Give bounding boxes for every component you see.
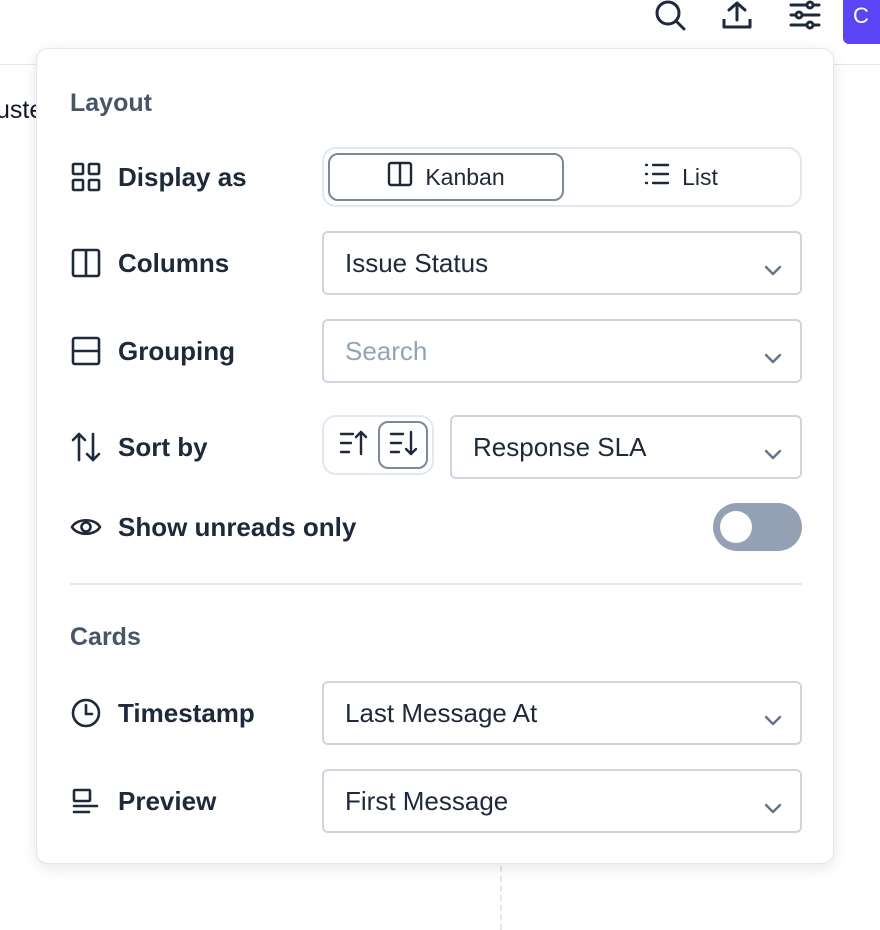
columns-value: Issue Status xyxy=(345,247,489,278)
list-icon xyxy=(644,162,670,192)
timestamp-label: Timestamp xyxy=(118,697,255,728)
kanban-option[interactable]: Kanban xyxy=(328,153,564,201)
preview-row: Preview xyxy=(70,781,216,821)
columns-select[interactable]: Issue Status xyxy=(322,231,802,295)
preview-select[interactable]: First Message xyxy=(322,769,802,833)
chevron-down-icon xyxy=(764,341,782,372)
toggle-knob xyxy=(720,511,752,543)
kanban-icon xyxy=(387,161,413,193)
kanban-option-label: Kanban xyxy=(425,163,505,190)
chevron-down-icon xyxy=(764,253,782,284)
text-preview-icon xyxy=(70,785,102,817)
display-as-label: Display as xyxy=(118,161,247,192)
columns-label: Columns xyxy=(118,247,230,278)
layout-section-title: Layout xyxy=(70,89,152,117)
sort-ascending-button[interactable] xyxy=(328,421,378,469)
chevron-down-icon xyxy=(764,791,782,822)
timestamp-select[interactable]: Last Message At xyxy=(322,681,802,745)
list-option-label: List xyxy=(682,163,718,190)
show-unreads-label: Show unreads only xyxy=(118,511,357,542)
clock-icon xyxy=(70,697,102,729)
section-divider xyxy=(70,583,802,585)
eye-icon xyxy=(70,511,102,543)
grouping-select[interactable]: Search xyxy=(322,319,802,383)
grouping-label: Grouping xyxy=(118,335,235,366)
show-unreads-toggle[interactable] xyxy=(713,503,802,551)
sort-by-value: Response SLA xyxy=(473,431,647,462)
display-as-row: Display as xyxy=(70,157,247,197)
column-divider xyxy=(500,866,502,930)
sort-arrows-icon xyxy=(70,431,102,463)
display-as-toggle: Kanban List xyxy=(322,147,802,207)
show-unreads-row: Show unreads only xyxy=(70,507,356,547)
columns-row: Columns xyxy=(70,243,229,283)
grouping-row: Grouping xyxy=(70,331,235,371)
preview-value: First Message xyxy=(345,785,509,816)
chevron-down-icon xyxy=(764,437,782,468)
sort-ascending-icon xyxy=(338,429,368,462)
sort-by-row: Sort by xyxy=(70,427,208,467)
sort-by-label: Sort by xyxy=(118,431,208,462)
sliders-icon[interactable] xyxy=(787,0,823,32)
sort-descending-icon xyxy=(388,429,418,462)
grouping-placeholder: Search xyxy=(345,335,428,366)
list-option[interactable]: List xyxy=(564,153,798,201)
sort-direction-toggle xyxy=(322,415,434,475)
sort-by-select[interactable]: Response SLA xyxy=(450,415,802,479)
create-button[interactable]: C xyxy=(843,0,880,44)
chevron-down-icon xyxy=(764,703,782,734)
sort-descending-button[interactable] xyxy=(378,421,428,469)
upload-icon[interactable] xyxy=(719,0,755,32)
grid-icon xyxy=(70,161,102,193)
columns-icon xyxy=(70,247,102,279)
timestamp-value: Last Message At xyxy=(345,697,538,728)
rows-icon xyxy=(70,335,102,367)
timestamp-row: Timestamp xyxy=(70,693,255,733)
preview-label: Preview xyxy=(118,785,217,816)
view-settings-popover: Layout Display as Kanban List Columns Is… xyxy=(36,48,834,864)
cards-section-title: Cards xyxy=(70,623,141,651)
search-icon[interactable] xyxy=(652,0,688,32)
